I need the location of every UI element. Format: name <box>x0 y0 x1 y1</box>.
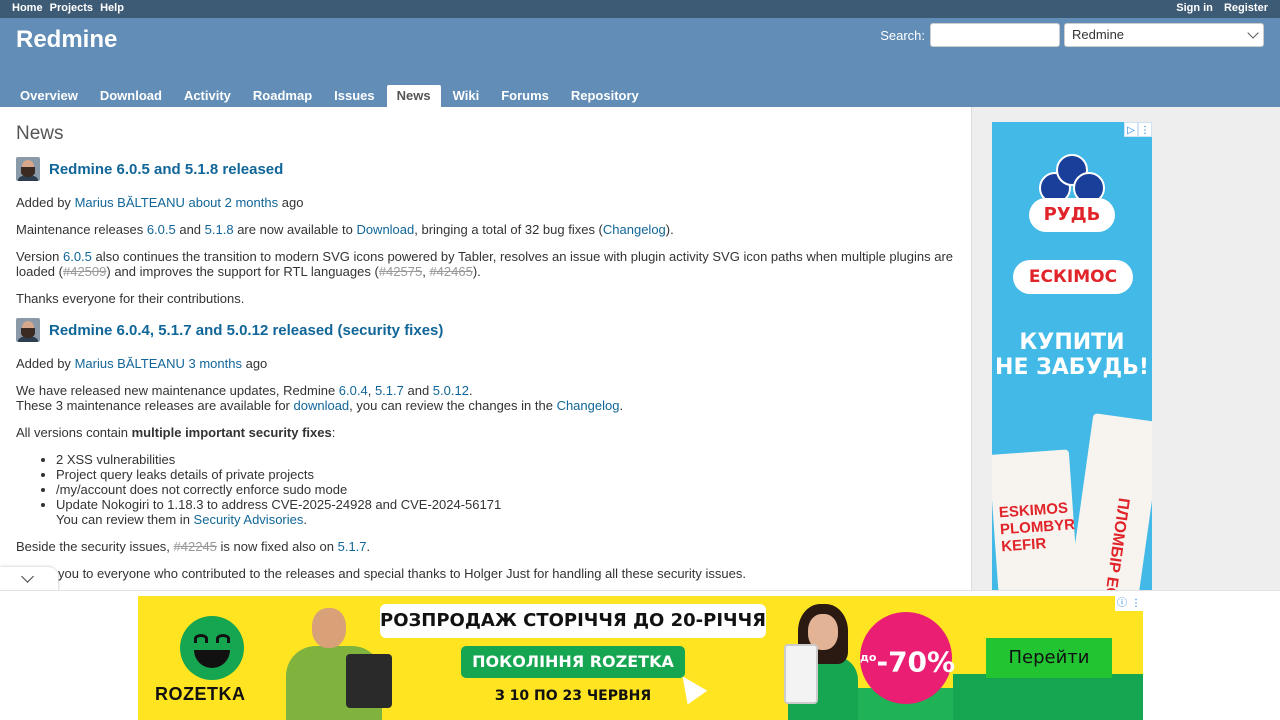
rozetka-logo-icon <box>180 616 244 680</box>
version-link[interactable]: 5.1.7 <box>338 539 367 554</box>
tab-overview[interactable]: Overview <box>10 85 88 107</box>
news-paragraph: you to everyone who contributed to the r… <box>58 566 746 581</box>
top-menu-projects-link[interactable]: Projects <box>50 2 93 14</box>
version-link[interactable]: 6.0.4 <box>339 383 368 398</box>
news-paragraph: Beside the security issues, #42245 is no… <box>16 539 371 554</box>
sidebar-ad-banner[interactable]: ▷ ⋮ РУДЬ ЕСКІМОС КУПИТИ НЕ ЗАБУДЬ! ESKIM… <box>992 122 1152 592</box>
project-jump-value: Redmine <box>1072 27 1125 42</box>
list-item: /my/account does not correctly enforce s… <box>56 482 955 497</box>
author-link[interactable]: Marius BĂLTEANU <box>75 356 185 371</box>
news-author-line: Added by Marius BĂLTEANU about 2 months … <box>16 195 304 210</box>
adchoices-icon[interactable]: ▷ <box>1124 122 1138 137</box>
list-item: 2 XSS vulnerabilities <box>56 452 955 467</box>
rozetka-brand: ROZETKA <box>155 684 246 704</box>
project-jump-select[interactable]: Redmine <box>1064 23 1264 47</box>
ad-menu-icon[interactable]: ⋮ <box>1138 122 1152 137</box>
top-menu-home-link[interactable]: Home <box>12 2 43 14</box>
ad-person-image <box>278 606 392 720</box>
top-menu-help-link[interactable]: Help <box>100 2 124 14</box>
version-link[interactable]: 5.0.12 <box>433 383 469 398</box>
ad-slogan: КУПИТИ НЕ ЗАБУДЬ! <box>995 330 1149 380</box>
list-item: Update Nokogiri to 1.18.3 to address CVE… <box>56 497 955 527</box>
tab-forums[interactable]: Forums <box>491 85 559 107</box>
tab-repository[interactable]: Repository <box>561 85 649 107</box>
ad-pill: ПОКОЛІННЯ ROZETKA <box>461 646 685 678</box>
news-paragraph: We have released new maintenance updates… <box>16 383 624 413</box>
search-input[interactable] <box>930 23 1060 47</box>
header: Redmine Search: Redmine Overview Downloa… <box>0 18 1280 107</box>
version-link[interactable]: 6.0.5 <box>63 249 92 264</box>
changelog-link[interactable]: Changelog <box>557 398 620 413</box>
author-link[interactable]: Marius BĂLTEANU <box>75 195 185 210</box>
project-title[interactable]: Redmine <box>16 26 117 54</box>
register-link[interactable]: Register <box>1224 2 1268 14</box>
rud-brand-text: РУДЬ <box>1029 198 1115 232</box>
tab-news[interactable]: News <box>386 85 441 107</box>
page-title: News <box>16 123 64 144</box>
top-menu: Home Projects Help Sign in Register <box>0 0 1280 18</box>
security-fix-list: 2 XSS vulnerabilities Project query leak… <box>56 452 955 527</box>
age-link[interactable]: about 2 months <box>188 195 278 210</box>
product-pack: ПЛОМБІР ЕСКІМОС <box>1067 413 1152 592</box>
news-paragraph: Thanks everyone for their contributions. <box>16 291 245 306</box>
news-paragraph: Version 6.0.5 also continues the transit… <box>16 249 954 279</box>
ad-menu-icon[interactable]: ⋮ <box>1129 596 1143 611</box>
ad-headline: РОЗПРОДАЖ СТОРІЧЧЯ ДО 20-РІЧЧЯ <box>380 604 766 638</box>
tab-activity[interactable]: Activity <box>174 85 241 107</box>
eskimos-label: ЕСКІМОС <box>1013 260 1133 294</box>
changelog-link[interactable]: Changelog <box>603 222 666 237</box>
news-paragraph: All versions contain multiple important … <box>16 425 336 440</box>
discount-badge: до-70% <box>860 612 955 704</box>
news-author-line: Added by Marius BĂLTEANU 3 months ago <box>16 356 268 371</box>
list-item: Project query leaks details of private p… <box>56 467 955 482</box>
version-link[interactable]: 6.0.5 <box>147 222 176 237</box>
news-item-title: Redmine 6.0.4, 5.1.7 and 5.0.12 released… <box>16 318 955 342</box>
issue-link[interactable]: #42575 <box>379 264 422 279</box>
main-menu: Overview Download Activity Roadmap Issue… <box>10 85 651 107</box>
tab-roadmap[interactable]: Roadmap <box>243 85 322 107</box>
chevron-down-icon <box>1247 27 1259 39</box>
download-link[interactable]: Download <box>356 222 414 237</box>
rud-logo: РУДЬ <box>1029 154 1115 234</box>
ad-dates: З 10 ПО 23 ЧЕРВНЯ <box>494 688 652 704</box>
avatar <box>16 318 40 342</box>
news-title-link[interactable]: Redmine 6.0.5 and 5.1.8 released <box>49 161 283 178</box>
download-link[interactable]: download <box>294 398 350 413</box>
product-pack: ESKIMOS PLOMBYR KEFIR <box>992 449 1080 592</box>
version-link[interactable]: 5.1.8 <box>205 222 234 237</box>
tab-download[interactable]: Download <box>90 85 172 107</box>
news-item-title: Redmine 6.0.5 and 5.1.8 released <box>16 157 955 181</box>
tab-wiki[interactable]: Wiki <box>443 85 490 107</box>
security-advisories-link[interactable]: Security Advisories <box>194 512 304 527</box>
avatar <box>16 157 40 181</box>
chevron-down-icon <box>21 570 34 583</box>
sign-in-link[interactable]: Sign in <box>1176 2 1213 14</box>
ad-cta-button[interactable]: Перейти <box>986 638 1112 678</box>
ad-choices[interactable]: ⓘ ⋮ <box>1115 596 1143 611</box>
search-label: Search: <box>880 27 925 43</box>
issue-link[interactable]: #42245 <box>174 539 217 554</box>
issue-link[interactable]: #42509 <box>63 264 106 279</box>
top-menu-left: Home Projects Help <box>12 2 128 14</box>
main-content: News Redmine 6.0.5 and 5.1.8 released Ad… <box>0 107 971 590</box>
issue-link[interactable]: #42465 <box>429 264 472 279</box>
ad-choices[interactable]: ▷ ⋮ <box>1124 122 1152 137</box>
bottom-ad-banner[interactable]: ⓘ ⋮ ROZETKA РОЗПРОДАЖ СТОРІЧЧЯ ДО 20-РІЧ… <box>138 596 1143 720</box>
version-link[interactable]: 5.1.7 <box>375 383 404 398</box>
age-link[interactable]: 3 months <box>188 356 241 371</box>
collapse-ad-button[interactable] <box>0 567 58 591</box>
ad-person-image <box>784 604 858 720</box>
quick-search: Search: Redmine <box>880 23 1264 47</box>
gift-boxes <box>953 674 1143 720</box>
news-paragraph: Maintenance releases 6.0.5 and 5.1.8 are… <box>16 222 674 237</box>
news-title-link[interactable]: Redmine 6.0.4, 5.1.7 and 5.0.12 released… <box>49 322 443 339</box>
account-menu: Sign in Register <box>1168 2 1268 14</box>
info-icon[interactable]: ⓘ <box>1115 596 1129 611</box>
tab-issues[interactable]: Issues <box>324 85 384 107</box>
